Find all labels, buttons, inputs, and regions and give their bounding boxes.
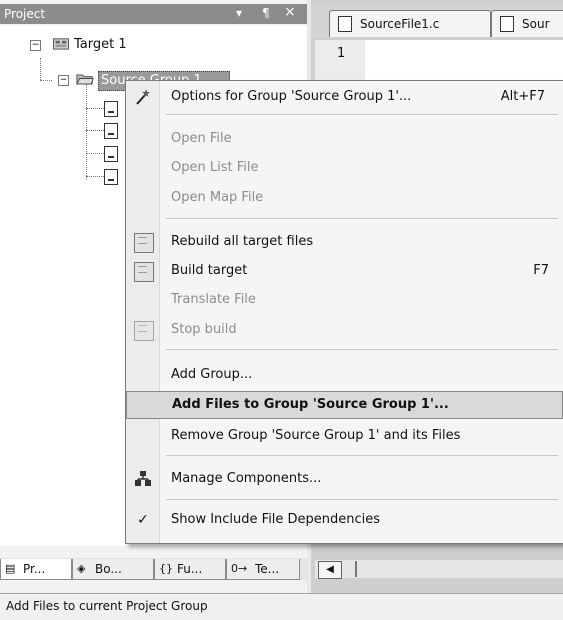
menu-label: Open Map File: [171, 190, 264, 205]
collapse-target-toggle[interactable]: −: [30, 40, 41, 51]
menu-label: Options for Group 'Source Group 1'...: [171, 89, 412, 104]
close-icon[interactable]: ×: [284, 4, 296, 20]
scroll-left-arrow-icon[interactable]: ◀: [318, 561, 342, 579]
menu-item-options-for-group[interactable]: Options for Group 'Source Group 1'... Al…: [126, 83, 563, 111]
c-file-icon[interactable]: [104, 169, 118, 185]
tab-sourcefile2[interactable]: Sour: [491, 10, 563, 37]
books-tab-icon: ◈: [77, 562, 86, 575]
tree-item-target[interactable]: Target 1: [74, 37, 127, 52]
scrollbar-splitter[interactable]: [355, 561, 357, 577]
collapse-group-toggle[interactable]: −: [58, 75, 69, 86]
menu-item-open-file[interactable]: Open File: [126, 125, 563, 153]
menu-item-build-target[interactable]: Build target F7: [126, 257, 563, 285]
tab-sourcefile1[interactable]: SourceFile1.c: [329, 10, 491, 37]
c-file-icon: [338, 16, 352, 32]
menu-shortcut: F7: [533, 263, 549, 278]
editor-tab-strip: SourceFile1.c Sour: [311, 4, 563, 38]
status-text: Add Files to current Project Group: [6, 599, 208, 613]
templates-tab-icon: 0→: [231, 562, 248, 575]
project-pane-header: Project ▾ ¶ ×: [0, 4, 307, 24]
project-tab-icon: ▤: [5, 562, 16, 575]
menu-separator: [166, 349, 558, 350]
menu-separator: [166, 499, 558, 500]
menu-label: Add Group...: [171, 367, 253, 382]
menu-label: Translate File: [171, 292, 256, 307]
check-icon: ✓: [137, 512, 149, 528]
folder-open-icon: [76, 74, 94, 85]
menu-label: Rebuild all target files: [171, 234, 314, 249]
menu-item-rebuild-all[interactable]: Rebuild all target files: [126, 228, 563, 256]
tab-label: Fu...: [177, 562, 203, 576]
menu-separator: [166, 218, 558, 219]
tab-project[interactable]: ▤ Pr...: [0, 559, 72, 580]
line-number: 1: [337, 46, 346, 61]
project-pane-tabs: ▤ Pr... ◈ Bo... {} Fu... 0→ Te...: [0, 558, 307, 580]
menu-item-translate-file[interactable]: Translate File: [126, 286, 563, 314]
editor-horizontal-scrollbar[interactable]: ◀: [315, 560, 563, 579]
menu-separator: [166, 114, 558, 115]
menu-item-open-map-file[interactable]: Open Map File: [126, 184, 563, 212]
tab-label: Sour: [522, 17, 550, 31]
tab-label: Pr...: [23, 562, 46, 576]
options-wand-icon: [136, 89, 150, 105]
status-bar: Add Files to current Project Group: [0, 593, 563, 620]
context-menu: Options for Group 'Source Group 1'... Al…: [125, 80, 563, 544]
c-file-icon[interactable]: [104, 123, 118, 139]
menu-label: Show Include File Dependencies: [171, 512, 381, 527]
menu-item-add-files-to-group[interactable]: Add Files to Group 'Source Group 1'...: [126, 391, 563, 419]
menu-label: Manage Components...: [171, 471, 322, 486]
pane-menu-icon[interactable]: ▾: [236, 6, 242, 20]
target-icon: [53, 38, 69, 50]
c-file-icon[interactable]: [104, 146, 118, 162]
menu-label: Open List File: [171, 160, 259, 175]
pin-icon[interactable]: ¶: [262, 6, 270, 20]
build-icon: [134, 262, 154, 282]
menu-label: Open File: [171, 131, 232, 146]
menu-label: Build target: [171, 263, 248, 278]
components-icon: [135, 471, 151, 486]
menu-item-remove-group[interactable]: Remove Group 'Source Group 1' and its Fi…: [126, 422, 563, 450]
tab-templates[interactable]: 0→ Te...: [226, 559, 300, 580]
rebuild-icon: [134, 233, 154, 253]
menu-label: Add Files to Group 'Source Group 1'...: [172, 397, 449, 412]
menu-item-show-include-dependencies[interactable]: ✓ Show Include File Dependencies: [126, 506, 563, 534]
tab-label: SourceFile1.c: [360, 17, 440, 31]
c-file-icon[interactable]: [104, 101, 118, 117]
tab-books[interactable]: ◈ Bo...: [72, 559, 154, 580]
menu-item-open-list-file[interactable]: Open List File: [126, 154, 563, 182]
functions-tab-icon: {}: [159, 562, 173, 575]
menu-item-stop-build[interactable]: Stop build: [126, 316, 563, 344]
stop-build-icon: [134, 321, 154, 341]
tab-label: Te...: [255, 562, 280, 576]
menu-item-manage-components[interactable]: Manage Components...: [126, 465, 563, 493]
tab-label: Bo...: [95, 562, 122, 576]
menu-label: Remove Group 'Source Group 1' and its Fi…: [171, 428, 461, 443]
pane-title: Project: [4, 7, 46, 21]
menu-item-add-group[interactable]: Add Group...: [126, 361, 563, 389]
tab-functions[interactable]: {} Fu...: [154, 559, 226, 580]
c-file-icon: [500, 16, 514, 32]
menu-separator: [166, 455, 558, 456]
menu-label: Stop build: [171, 322, 237, 337]
menu-shortcut: Alt+F7: [500, 89, 545, 104]
